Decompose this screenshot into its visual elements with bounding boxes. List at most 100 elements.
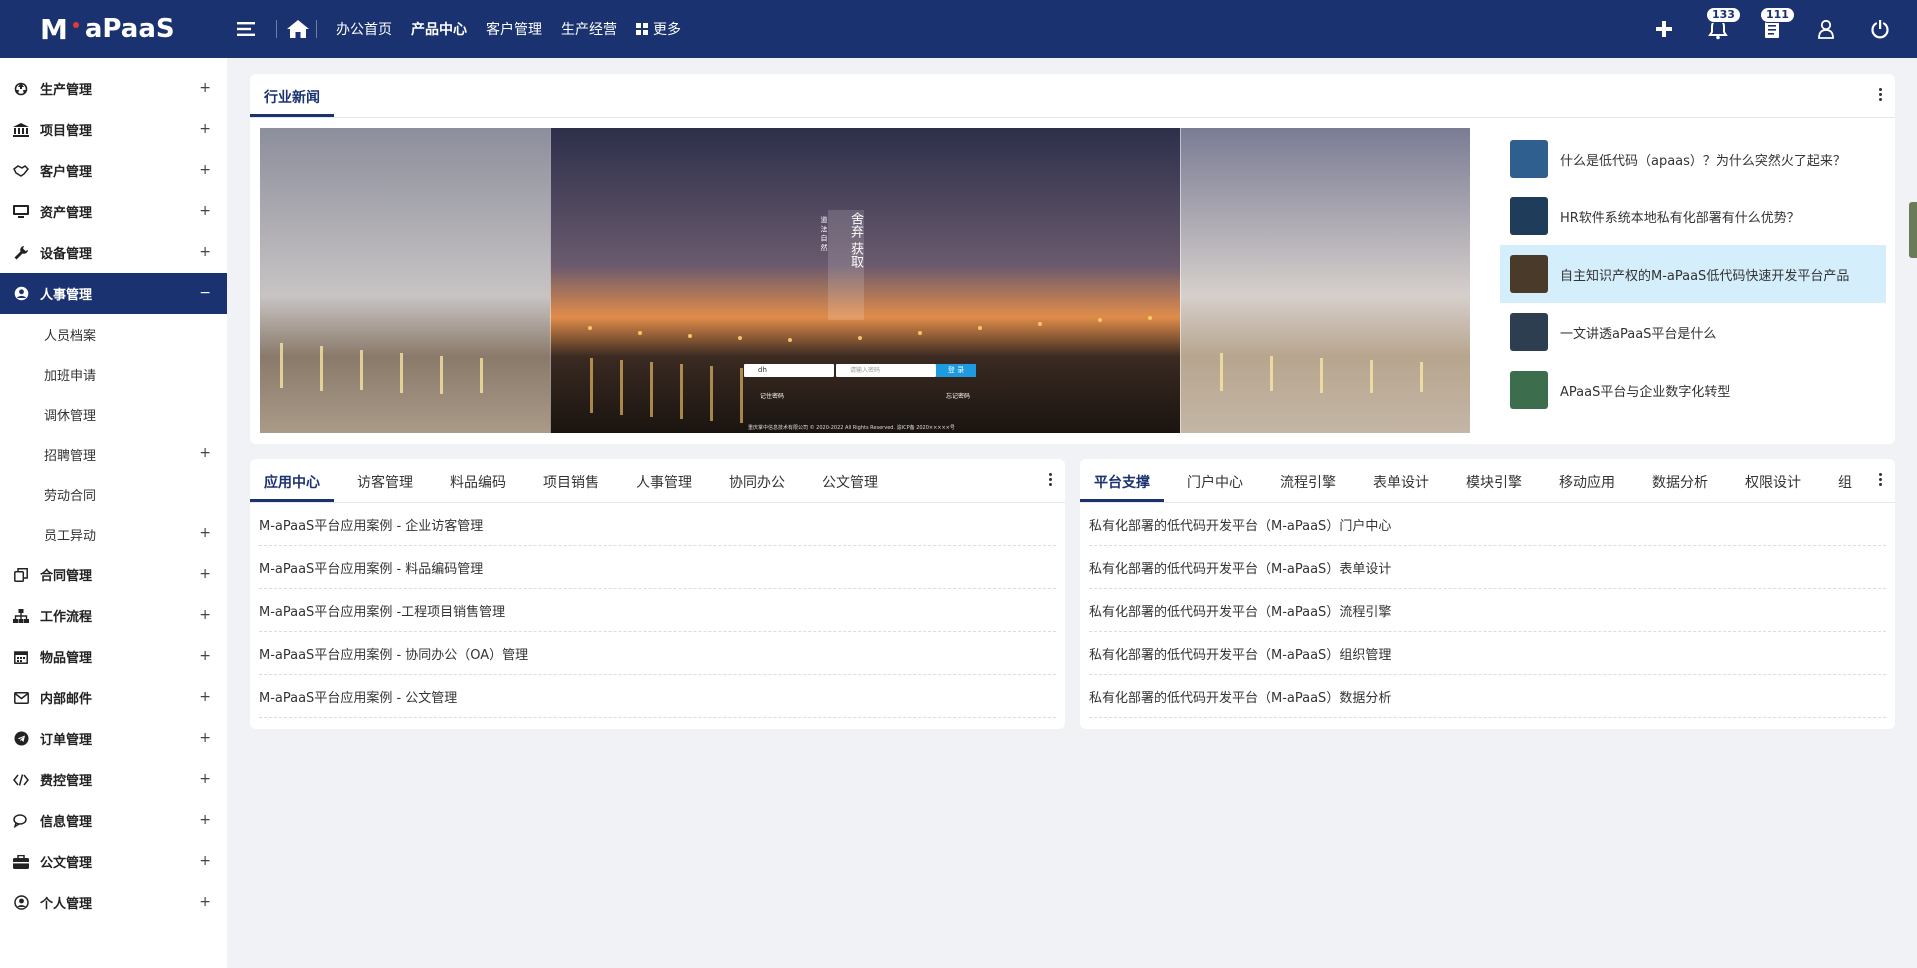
list-item[interactable]: M-aPaaS平台应用案例 - 料品编码管理 (259, 546, 1056, 589)
more-options-icon[interactable] (1879, 473, 1883, 486)
news-title: APaaS平台与企业数字化转型 (1560, 384, 1731, 400)
chat-icon (13, 813, 29, 829)
tab-workflow-engine[interactable]: 流程引擎 (1257, 472, 1350, 502)
expand-icon[interactable]: + (199, 121, 211, 137)
sidebar-item-contract[interactable]: 合同管理 + (0, 554, 227, 595)
menu-toggle-icon[interactable] (236, 16, 258, 42)
notifications-button[interactable]: 133 (1704, 7, 1741, 43)
expand-icon[interactable]: + (199, 203, 211, 219)
list-item[interactable]: M-aPaaS平台应用案例 - 企业访客管理 (259, 503, 1056, 546)
expand-icon[interactable]: + (199, 244, 211, 260)
sidebar-item-mail[interactable]: 内部邮件 + (0, 677, 227, 718)
sidebar-item-equipment[interactable]: 设备管理 + (0, 232, 227, 273)
expand-icon[interactable]: + (199, 162, 211, 178)
tab-industry-news[interactable]: 行业新闻 (250, 87, 334, 117)
sidebar-item-label: 项目管理 (40, 124, 93, 139)
sidebar-item-order[interactable]: 订单管理 + (0, 718, 227, 759)
tab-official-doc[interactable]: 公文管理 (799, 472, 892, 502)
carousel-footer: 重庆掌中信息技术有限公司 © 2020-2022 All Rights Rese… (748, 425, 955, 431)
expand-icon[interactable]: + (199, 80, 211, 96)
user-profile-button[interactable] (1812, 15, 1840, 43)
expand-icon[interactable]: + (199, 812, 211, 828)
expand-icon[interactable]: + (199, 771, 211, 787)
topnav-more-button[interactable]: 更多 (636, 19, 681, 39)
news-item-highlighted[interactable]: 自主知识产权的M-aPaaS低代码快速开发平台产品 (1500, 245, 1886, 303)
sidebar-item-workflow[interactable]: 工作流程 + (0, 595, 227, 636)
list-item-text: M-aPaaS平台应用案例 - 公文管理 (259, 690, 458, 706)
expand-icon[interactable]: + (199, 894, 211, 910)
tab-module-engine[interactable]: 模块引擎 (1443, 472, 1536, 502)
scrollbar-handle[interactable] (1909, 202, 1917, 258)
sidebar-item-document[interactable]: 公文管理 + (0, 841, 227, 882)
news-carousel[interactable]: 舍弃 获取 道 法 自 然 dh 请输入密码 登 录 记住密码 忘记密码 重庆掌… (260, 128, 1470, 433)
tab-overflow[interactable]: 组 (1815, 472, 1866, 502)
tab-platform-support[interactable]: 平台支撑 (1080, 472, 1164, 502)
topnav-item-customer[interactable]: 客户管理 (486, 19, 542, 39)
topnav-item-product-center[interactable]: 产品中心 (411, 19, 467, 39)
sidebar-item-production[interactable]: 生产管理 + (0, 68, 227, 109)
add-button[interactable] (1650, 15, 1678, 43)
sidebar-subitem-employee-change[interactable]: 员工异动 + (0, 514, 227, 554)
more-options-icon[interactable] (1049, 473, 1053, 486)
expand-icon[interactable]: + (199, 607, 211, 623)
more-options-icon[interactable] (1879, 88, 1883, 101)
tab-permission[interactable]: 权限设计 (1722, 472, 1815, 502)
sidebar-subitem-leave[interactable]: 调休管理 (0, 394, 227, 434)
sidebar-subitem-personnel-file[interactable]: 人员档案 (0, 314, 227, 354)
topnav-item-office-home[interactable]: 办公首页 (336, 19, 392, 39)
sidebar-subitem-overtime[interactable]: 加班申请 (0, 354, 227, 394)
sidebar-item-label: 公文管理 (40, 856, 93, 871)
list-item[interactable]: M-aPaaS平台应用案例 - 协同办公（OA）管理 (259, 632, 1056, 675)
tab-collab-office[interactable]: 协同办公 (706, 472, 799, 502)
news-item[interactable]: 一文讲透aPaaS平台是什么 (1500, 303, 1886, 361)
collapse-icon[interactable]: − (199, 285, 211, 301)
tab-hr[interactable]: 人事管理 (613, 472, 706, 502)
news-item[interactable]: 什么是低代码（apaas）？为什么突然火了起来？ (1500, 130, 1886, 188)
expand-icon[interactable]: + (199, 445, 211, 461)
list-item[interactable]: 私有化部署的低代码开发平台（M-aPaaS）流程引擎 (1089, 589, 1886, 632)
list-item[interactable]: 私有化部署的低代码开发平台（M-aPaaS）门户中心 (1089, 503, 1886, 546)
expand-icon[interactable]: + (199, 689, 211, 705)
list-item[interactable]: 私有化部署的低代码开发平台（M-aPaaS）数据分析 (1089, 675, 1886, 718)
sidebar-item-customer[interactable]: 客户管理 + (0, 150, 227, 191)
tab-app-center[interactable]: 应用中心 (250, 472, 334, 502)
sidebar-item-hr[interactable]: 人事管理 − (0, 273, 227, 314)
sidebar-item-expense[interactable]: 费控管理 + (0, 759, 227, 800)
expand-icon[interactable]: + (199, 853, 211, 869)
expand-icon[interactable]: + (199, 730, 211, 746)
list-item[interactable]: M-aPaaS平台应用案例 - 公文管理 (259, 675, 1056, 718)
news-title: 自主知识产权的M-aPaaS低代码快速开发平台产品 (1560, 268, 1850, 284)
power-button[interactable] (1866, 15, 1894, 43)
sidebar-item-info[interactable]: 信息管理 + (0, 800, 227, 841)
logo[interactable]: M aPaaS (40, 13, 175, 46)
topnav-item-production[interactable]: 生产经营 (561, 19, 617, 39)
list-item-text: 私有化部署的低代码开发平台（M-aPaaS）表单设计 (1089, 561, 1392, 577)
home-icon[interactable] (285, 16, 311, 42)
sidebar-item-project[interactable]: 项目管理 + (0, 109, 227, 150)
sidebar-item-asset[interactable]: 资产管理 + (0, 191, 227, 232)
user-outline-icon (1818, 19, 1834, 39)
tab-portal[interactable]: 门户中心 (1164, 472, 1257, 502)
sidebar-item-personal[interactable]: 个人管理 + (0, 882, 227, 923)
tab-data-analysis[interactable]: 数据分析 (1629, 472, 1722, 502)
recycle-icon (13, 81, 29, 97)
notifications-badge: 133 (1706, 7, 1741, 23)
tab-material-code[interactable]: 料品编码 (427, 472, 520, 502)
expand-icon[interactable]: + (199, 525, 211, 541)
news-item[interactable]: APaaS平台与企业数字化转型 (1500, 361, 1886, 419)
sidebar-subitem-recruitment[interactable]: 招聘管理 + (0, 434, 227, 474)
news-item[interactable]: HR软件系统本地私有化部署有什么优势？ (1500, 187, 1886, 245)
list-item[interactable]: 私有化部署的低代码开发平台（M-aPaaS）组织管理 (1089, 632, 1886, 675)
list-item[interactable]: M-aPaaS平台应用案例 -工程项目销售管理 (259, 589, 1056, 632)
tab-visitor[interactable]: 访客管理 (334, 472, 427, 502)
tab-project-sales[interactable]: 项目销售 (520, 472, 613, 502)
tab-form-design[interactable]: 表单设计 (1350, 472, 1443, 502)
sidebar-subitem-labor-contract[interactable]: 劳动合同 (0, 474, 227, 514)
wrench-icon (13, 245, 29, 261)
messages-button[interactable]: 111 (1758, 7, 1795, 43)
expand-icon[interactable]: + (199, 566, 211, 582)
sidebar-item-goods[interactable]: 物品管理 + (0, 636, 227, 677)
expand-icon[interactable]: + (199, 648, 211, 664)
list-item[interactable]: 私有化部署的低代码开发平台（M-aPaaS）表单设计 (1089, 546, 1886, 589)
tab-mobile[interactable]: 移动应用 (1536, 472, 1629, 502)
